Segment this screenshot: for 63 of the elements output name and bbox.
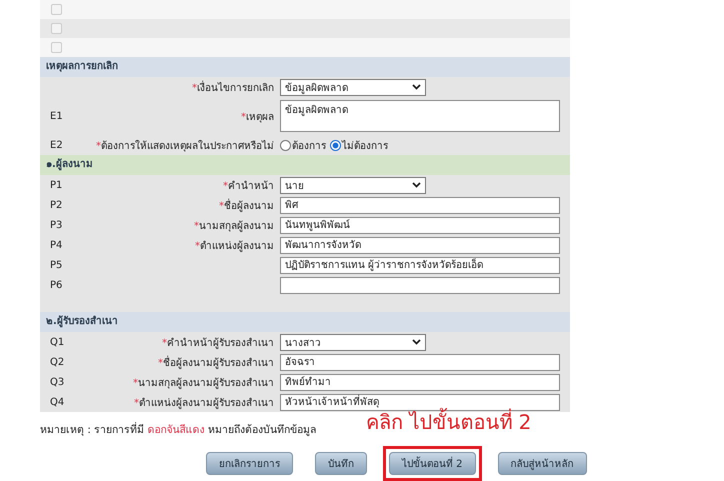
required-asterisk: * — [241, 112, 246, 122]
required-asterisk: * — [133, 378, 138, 388]
text-field[interactable]: ทิพย์ทำมา — [280, 374, 560, 390]
field-label: ตำแหน่งผู้ลงนาม — [200, 240, 274, 252]
required-asterisk: * — [158, 358, 163, 368]
required-asterisk: * — [223, 180, 228, 192]
text-field[interactable]: พิศ — [280, 196, 560, 214]
row-code: Q2 — [49, 356, 66, 368]
action-button[interactable]: กลับสู่หน้าหลัก — [498, 452, 587, 475]
text-field[interactable]: ปฏิบัติราชการแทน ผู้ว่าราชการจังหวัดร้อยเอ็ด — [280, 256, 560, 274]
dropdown[interactable]: นางสาว — [280, 334, 426, 350]
field-label: นามสกุลผู้ลงนาม — [199, 220, 274, 232]
caret-icon — [412, 84, 421, 90]
required-asterisk: * — [219, 200, 224, 212]
required-asterisk: * — [134, 398, 139, 408]
field-label: ชื่อผู้ลงนามผู้รับรองสำเนา — [163, 358, 274, 368]
row-code: P6 — [49, 280, 64, 290]
radio-button[interactable] — [330, 140, 341, 150]
radio-label[interactable]: ไม่ต้องการ — [342, 138, 388, 152]
text-area[interactable]: ข้อมูลผิดพลาด — [280, 100, 560, 132]
row-code: P5 — [49, 260, 64, 270]
row-code: Q1 — [49, 336, 66, 348]
radio-button[interactable] — [280, 140, 291, 150]
field-label: ชื่อผู้ลงนาม — [224, 200, 274, 212]
row-code: Q3 — [49, 376, 66, 388]
action-button[interactable]: ยกเลิกรายการ — [206, 452, 293, 475]
field-label: เงื่อนไขการยกเลิก — [197, 82, 274, 94]
required-note: หมายเหตุ : รายการที่มี ดอกจันสีแดง หมายถึงต้องบันทึกข้อมูล — [40, 421, 316, 438]
row-code: Q4 — [49, 396, 66, 408]
field-label: นามสกุลผู้ลงนามผู้รับรองสำเนา — [138, 378, 274, 388]
row-code: P1 — [49, 180, 64, 190]
checkbox[interactable] — [51, 4, 62, 15]
row-code: P2 — [49, 200, 64, 210]
checkbox[interactable] — [51, 42, 62, 53]
section-header: ๒.ผู้รับรองสำเนา — [40, 312, 570, 332]
required-asterisk: * — [194, 220, 199, 232]
section-header: เหตุผลการยกเลิก — [40, 57, 570, 77]
caret-icon — [412, 339, 421, 345]
field-label: เหตุผล — [246, 112, 274, 122]
row-code: E2 — [49, 140, 64, 150]
text-field[interactable] — [280, 276, 560, 294]
required-asterisk: * — [96, 140, 101, 152]
required-asterisk: * — [192, 82, 197, 94]
row-code: E1 — [49, 110, 64, 122]
dropdown[interactable]: ข้อมูลผิดพลาด — [280, 78, 426, 96]
required-asterisk: * — [195, 240, 200, 252]
action-button[interactable]: ไปขั้นตอนที่ 2 — [389, 452, 476, 475]
caret-icon — [412, 182, 421, 188]
checkbox[interactable] — [51, 23, 62, 34]
action-button[interactable]: บันทึก — [315, 452, 367, 475]
field-label: ต้องการให้แสดงเหตุผลในประกาศหรือไม่ — [101, 140, 274, 152]
row-code: P3 — [49, 220, 64, 230]
text-field[interactable]: พัฒนาการจังหวัด — [280, 236, 560, 254]
radio-label[interactable]: ต้องการ — [292, 138, 326, 152]
row-code: P4 — [49, 240, 64, 250]
dropdown[interactable]: นาย — [280, 176, 426, 194]
field-label: คำนำหน้า — [228, 180, 274, 192]
field-label: คำนำหน้าผู้รับรองสำเนา — [167, 338, 274, 348]
section-header: ๑.ผู้ลงนาม — [40, 155, 570, 175]
field-label: ตำแหน่งผู้ลงนามผู้รับรองสำเนา — [139, 398, 274, 408]
text-field[interactable]: อัจฉรา — [280, 354, 560, 370]
required-asterisk: * — [162, 338, 167, 348]
text-field[interactable]: นันทพูนพิพัฒน์ — [280, 216, 560, 234]
